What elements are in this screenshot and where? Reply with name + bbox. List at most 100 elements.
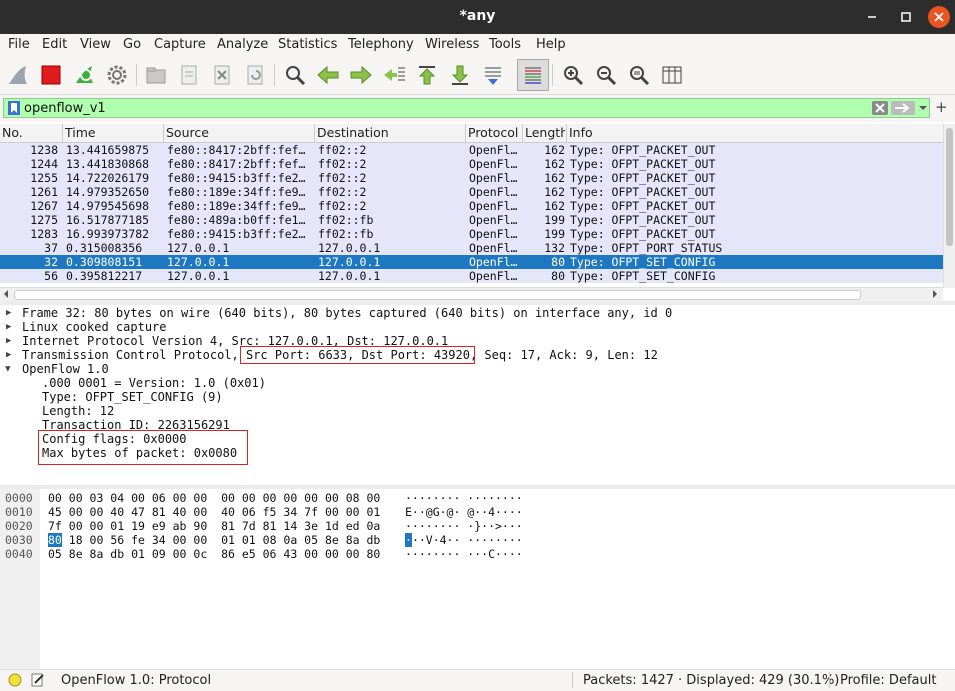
- window-title: *any: [459, 8, 496, 24]
- menu-go[interactable]: Go: [123, 37, 141, 52]
- zoom-in-button[interactable]: [560, 62, 586, 88]
- hex-ascii[interactable]: ········ ········: [405, 491, 523, 505]
- packet-row[interactable]: 1275 16.517877185 fe80::489a:b0ff:fe1… ff02…: [0, 213, 943, 227]
- hex-ascii[interactable]: ········ ·}··>···: [405, 519, 523, 533]
- packet-row[interactable]: 1244 13.441830868 fe80::8417:2bff:fef… ff02…: [0, 157, 943, 171]
- go-to-packet-button[interactable]: [381, 62, 407, 88]
- detail-type[interactable]: Type: OFPT_SET_CONFIG (9): [42, 390, 223, 404]
- vertical-scrollbar-thumb[interactable]: [946, 128, 953, 246]
- column-divider[interactable]: [522, 124, 523, 142]
- menu-file[interactable]: File: [8, 37, 30, 52]
- hex-ascii[interactable]: ···V·4·· ········: [405, 533, 523, 547]
- column-divider[interactable]: [163, 124, 164, 142]
- go-back-button[interactable]: [315, 62, 341, 88]
- autoscroll-button[interactable]: [480, 62, 506, 88]
- stop-capture-button[interactable]: [38, 62, 64, 88]
- first-packet-button[interactable]: [414, 62, 440, 88]
- packet-row[interactable]: 1267 14.979545698 fe80::189e:34ff:fe9… ff02…: [0, 199, 943, 213]
- packet-row[interactable]: 1255 14.722026179 fe80::9415:b3ff:fe2… ff02…: [0, 171, 943, 185]
- detail-openflow[interactable]: OpenFlow 1.0: [22, 362, 109, 376]
- column-destination[interactable]: Destination: [317, 125, 389, 140]
- save-file-button[interactable]: [176, 62, 202, 88]
- expand-arrow-icon[interactable]: ▶: [6, 322, 11, 332]
- detail-frame[interactable]: Frame 32: 80 bytes on wire (640 bits), 8…: [22, 306, 672, 320]
- column-divider[interactable]: [465, 124, 466, 142]
- bookmark-icon[interactable]: [7, 100, 21, 116]
- vertical-scrollbar[interactable]: [943, 124, 955, 288]
- hex-bytes[interactable]: 7f 00 00 01 19 e9 ab 90 81 7d 81 14 3e 1…: [48, 519, 380, 533]
- reload-file-button[interactable]: [242, 62, 268, 88]
- packet-row[interactable]: 32 0.309808151 127.0.0.1 127.0.0.1 OpenFl… 80…: [0, 255, 943, 269]
- status-profile[interactable]: Profile: Default: [840, 673, 936, 688]
- normal-size-button[interactable]: [626, 62, 652, 88]
- add-filter-button[interactable]: +: [935, 98, 948, 116]
- colorize-button[interactable]: [517, 59, 549, 91]
- menu-edit[interactable]: Edit: [42, 37, 67, 52]
- detail-version[interactable]: .000 0001 = Version: 1.0 (0x01): [42, 376, 266, 390]
- menu-view[interactable]: View: [80, 37, 111, 52]
- hex-bytes[interactable]: 45 00 00 40 47 81 40 00 40 06 f5 34 7f 0…: [48, 505, 380, 519]
- display-filter-input[interactable]: [24, 100, 864, 116]
- close-button[interactable]: [928, 6, 950, 28]
- detail-linux-cooked[interactable]: Linux cooked capture: [22, 320, 167, 334]
- column-info[interactable]: Info: [569, 125, 593, 140]
- last-packet-button[interactable]: [447, 62, 473, 88]
- column-length[interactable]: Length: [525, 125, 565, 140]
- collapse-arrow-icon[interactable]: ▶: [3, 366, 13, 371]
- hex-bytes[interactable]: 05 8e 8a db 01 09 00 0c 86 e5 06 43 00 0…: [48, 547, 380, 561]
- chevron-down-icon[interactable]: [918, 103, 928, 113]
- menu-capture[interactable]: Capture: [154, 37, 206, 52]
- scroll-left-icon[interactable]: [2, 289, 10, 299]
- packet-row[interactable]: 1238 13.441659875 fe80::8417:2bff:fef… ff02…: [0, 143, 943, 157]
- restart-capture-button[interactable]: [71, 62, 97, 88]
- column-divider[interactable]: [314, 124, 315, 142]
- horizontal-scrollbar-thumb[interactable]: [14, 290, 861, 300]
- column-time[interactable]: Time: [65, 125, 96, 140]
- menu-tools[interactable]: Tools: [489, 37, 521, 52]
- column-no[interactable]: No.: [2, 125, 23, 140]
- packet-details: ▶ Frame 32: 80 bytes on wire (640 bits),…: [0, 305, 955, 485]
- zoom-out-button[interactable]: [593, 62, 619, 88]
- ascii-char-selected[interactable]: ·: [405, 533, 412, 547]
- column-protocol[interactable]: Protocol: [468, 125, 518, 140]
- apply-filter-icon[interactable]: [891, 101, 915, 115]
- packet-row[interactable]: 1283 16.993973782 fe80::9415:b3ff:fe2… ff02…: [0, 227, 943, 241]
- menu-analyze[interactable]: Analyze: [217, 37, 268, 52]
- packet-cell-no: 1283: [30, 227, 58, 241]
- hex-byte-selected[interactable]: 80: [48, 533, 62, 547]
- menu-help[interactable]: Help: [536, 37, 566, 52]
- expand-arrow-icon[interactable]: ▶: [6, 308, 11, 318]
- minimize-button[interactable]: [861, 6, 883, 28]
- clear-filter-icon[interactable]: [872, 101, 888, 115]
- start-capture-button[interactable]: [5, 62, 31, 88]
- close-file-button[interactable]: [209, 62, 235, 88]
- scroll-right-icon[interactable]: [931, 289, 939, 299]
- expert-info-icon[interactable]: [8, 673, 22, 687]
- expand-arrow-icon[interactable]: ▶: [6, 336, 11, 346]
- restart-icon: [76, 66, 93, 83]
- maximize-button[interactable]: [895, 6, 917, 28]
- open-file-button[interactable]: [143, 62, 169, 88]
- detail-length[interactable]: Length: 12: [42, 404, 114, 418]
- hex-ascii[interactable]: ········ ···C····: [405, 547, 523, 561]
- horizontal-scrollbar[interactable]: [0, 287, 943, 301]
- hex-ascii[interactable]: E··@G·@· @··4····: [405, 505, 523, 519]
- menu-wireless[interactable]: Wireless: [425, 37, 479, 52]
- column-divider[interactable]: [566, 124, 567, 142]
- packet-row[interactable]: 56 0.395812217 127.0.0.1 127.0.0.1 OpenFl… 80…: [0, 269, 943, 283]
- packet-row[interactable]: 1261 14.979352650 fe80::189e:34ff:fe9… ff02…: [0, 185, 943, 199]
- hex-bytes[interactable]: 80 18 00 56 fe 34 00 00 01 01 08 0a 05 8…: [48, 533, 380, 547]
- resize-columns-button[interactable]: [659, 62, 685, 88]
- find-packet-button[interactable]: [282, 62, 308, 88]
- expand-arrow-icon[interactable]: ▶: [6, 350, 11, 360]
- edit-comment-icon[interactable]: [31, 673, 45, 687]
- menu-statistics[interactable]: Statistics: [278, 37, 337, 52]
- hex-bytes[interactable]: 00 00 03 04 00 06 00 00 00 00 00 00 00 0…: [48, 491, 380, 505]
- capture-options-button[interactable]: [104, 62, 130, 88]
- packet-cell-dst: ff02::fb: [318, 213, 374, 227]
- go-forward-button[interactable]: [348, 62, 374, 88]
- column-source[interactable]: Source: [166, 125, 209, 140]
- menu-telephony[interactable]: Telephony: [348, 37, 414, 52]
- column-divider[interactable]: [62, 124, 63, 142]
- packet-row[interactable]: 37 0.315008356 127.0.0.1 127.0.0.1 OpenFl… 13…: [0, 241, 943, 255]
